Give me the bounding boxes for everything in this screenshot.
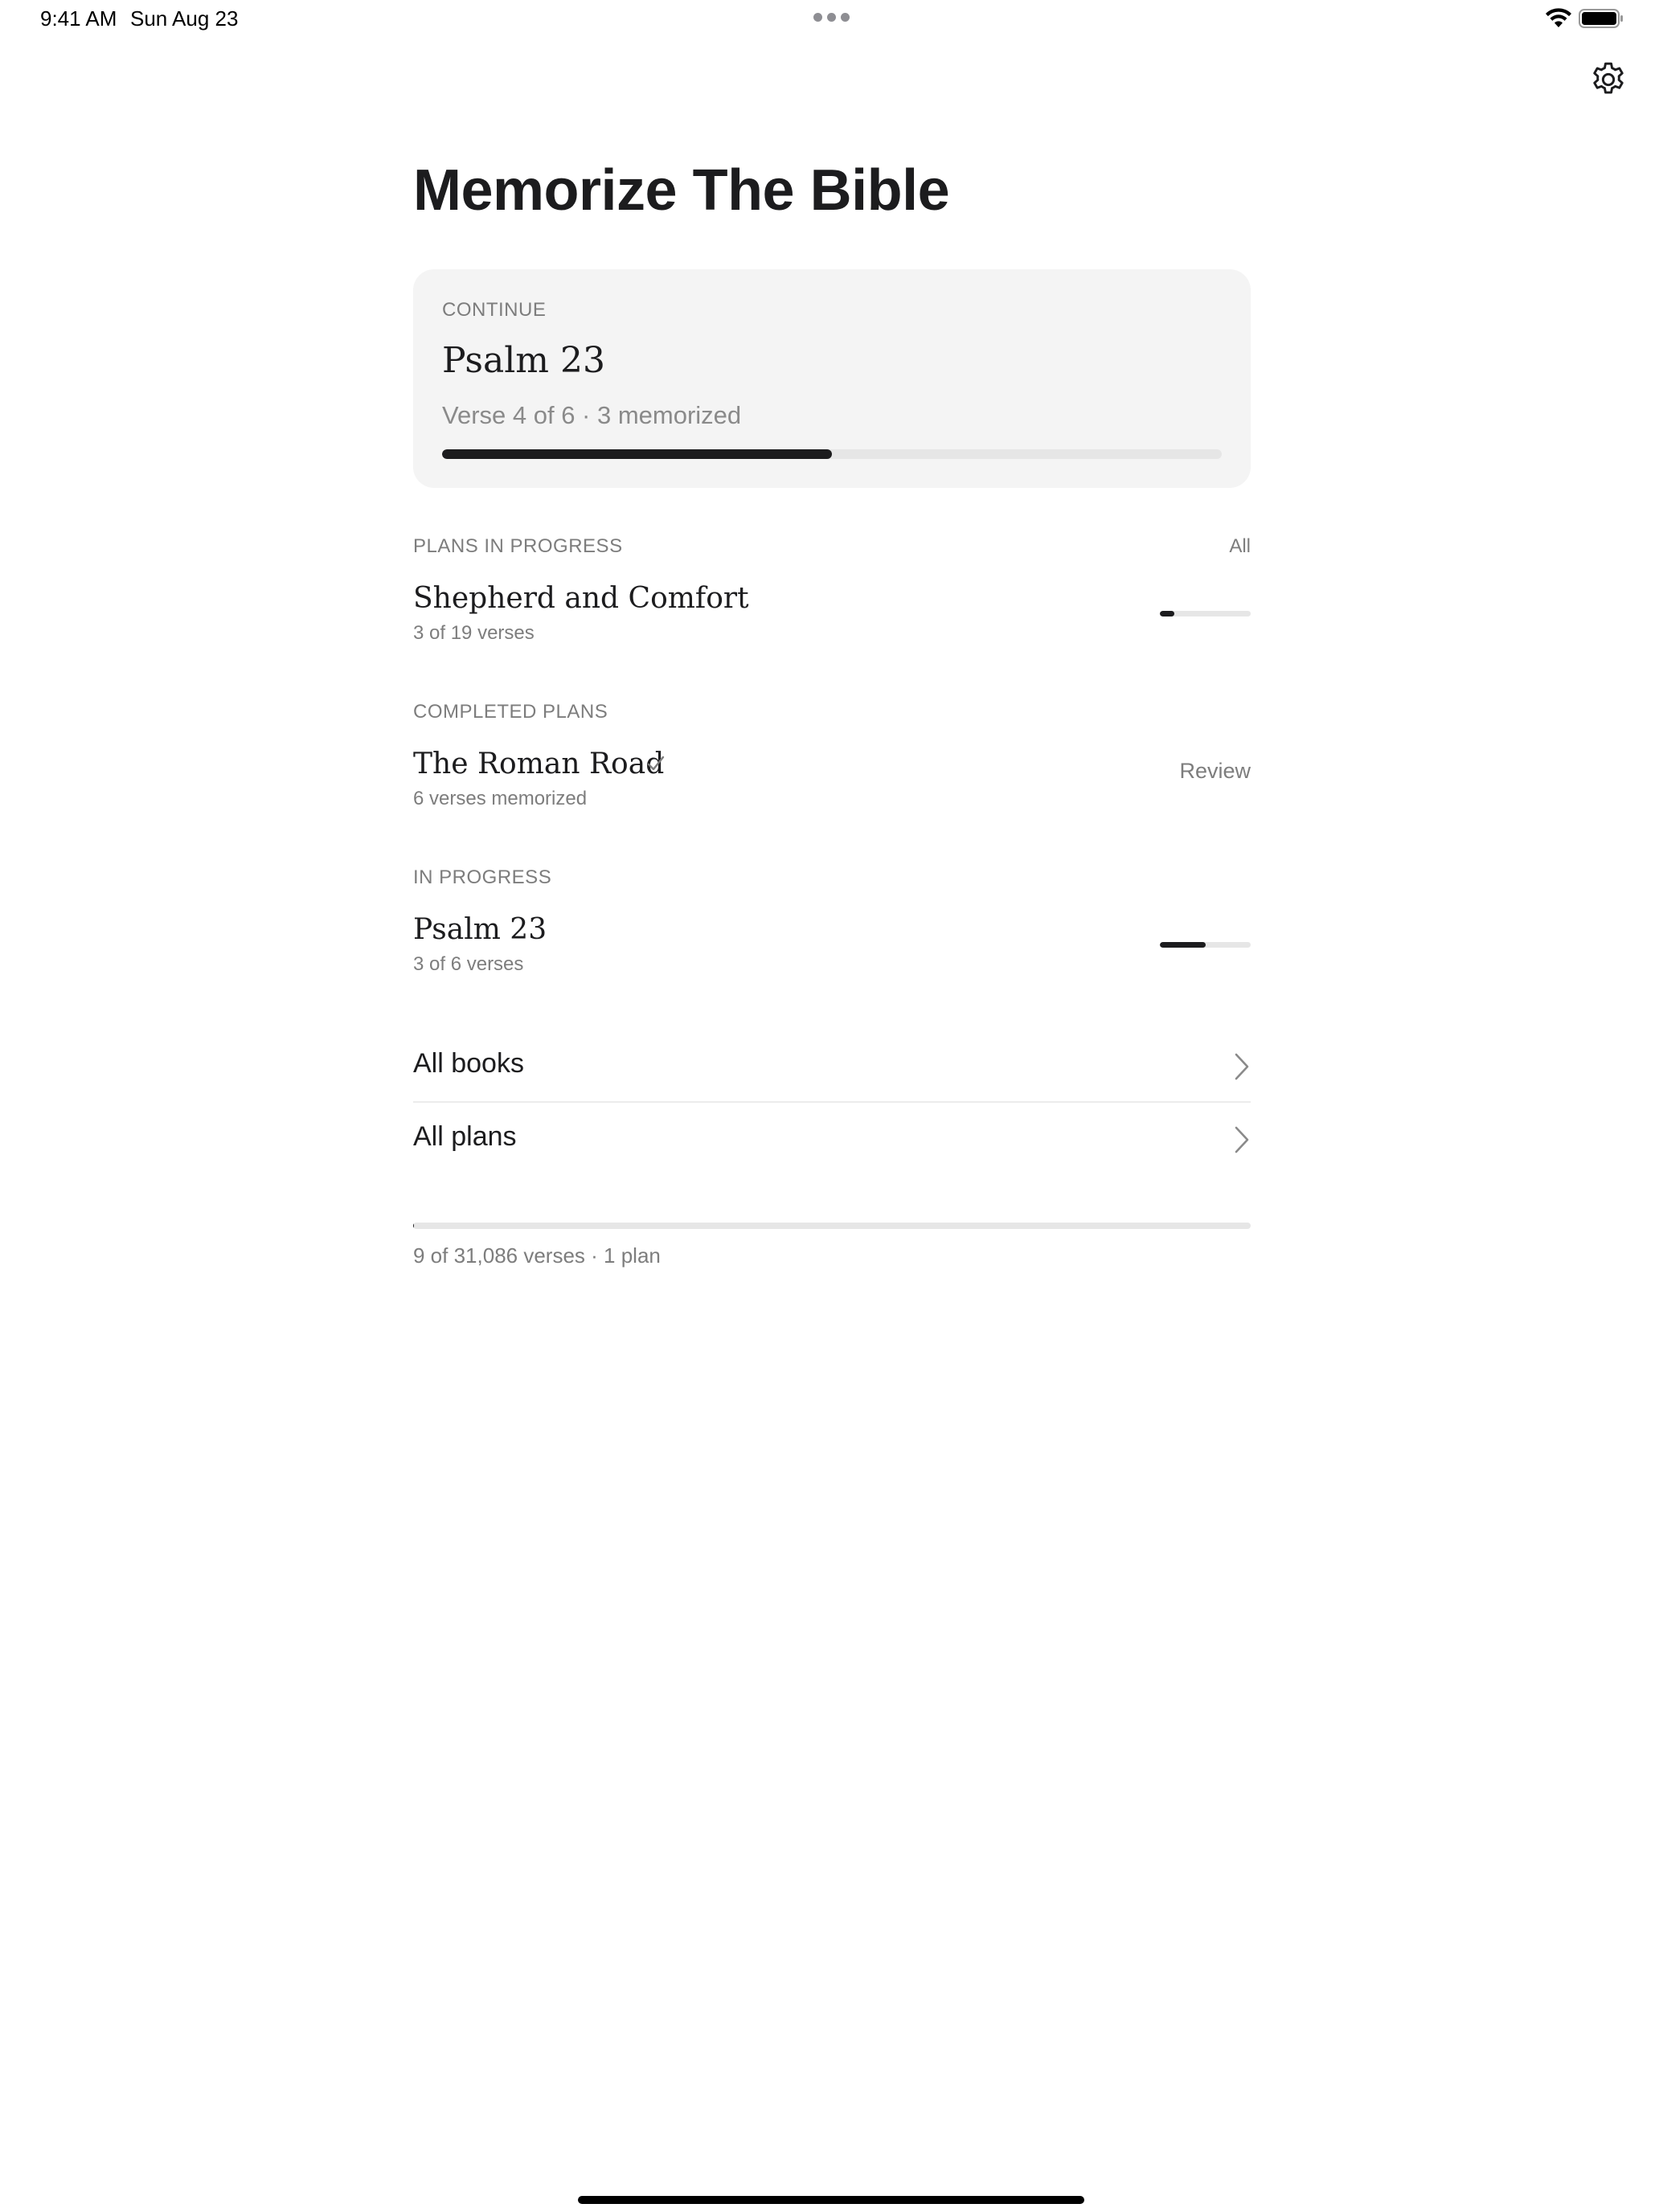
plan-title: Shepherd and Comfort <box>413 582 749 615</box>
overall-progress-bar <box>413 1223 1251 1229</box>
status-date: Sun Aug 23 <box>130 6 239 31</box>
multitasking-dots-icon[interactable] <box>813 13 850 22</box>
home-indicator[interactable] <box>578 2196 1084 2204</box>
plan-row-the-roman-road[interactable]: The Roman Road 6 verses memorized Review <box>413 748 1251 820</box>
plan-progress-fill <box>1160 611 1174 616</box>
wifi-icon <box>1546 8 1571 27</box>
status-bar: 9:41 AM Sun Aug 23 <box>0 0 1659 39</box>
gear-icon <box>1593 62 1624 94</box>
all-plans-row[interactable]: All plans <box>413 1104 1251 1176</box>
plan-title: The Roman Road <box>413 748 665 780</box>
review-button[interactable]: Review <box>1179 759 1251 784</box>
row-divider <box>413 1101 1251 1103</box>
overall-summary: 9 of 31,086 verses · 1 plan <box>413 1243 661 1268</box>
in-progress-header: IN PROGRESS <box>413 866 552 888</box>
battery-icon <box>1579 9 1623 28</box>
all-plans-label: All plans <box>413 1121 517 1152</box>
checkmark-icon <box>647 756 665 771</box>
plan-title: Psalm 23 <box>413 913 547 946</box>
plan-progress-fill <box>1160 942 1206 948</box>
app-screen: 9:41 AM Sun Aug 23 Memorize The Bible CO… <box>0 0 1659 2212</box>
chevron-right-icon <box>1235 1126 1249 1153</box>
plan-row-shepherd-and-comfort[interactable]: Shepherd and Comfort 3 of 19 verses <box>413 582 1251 654</box>
plan-subtitle: 3 of 19 verses <box>413 622 535 644</box>
settings-button[interactable] <box>1588 59 1628 100</box>
completed-plans-header: COMPLETED PLANS <box>413 701 608 723</box>
continue-progress-fill <box>442 449 832 459</box>
plan-progress-bar <box>1160 942 1251 948</box>
continue-title: Psalm 23 <box>442 340 606 381</box>
all-books-row[interactable]: All books <box>413 1030 1251 1103</box>
all-plans-in-progress-link[interactable]: All <box>1229 535 1251 558</box>
continue-eyebrow: CONTINUE <box>442 299 547 321</box>
continue-progress-bar <box>442 449 1222 459</box>
all-books-label: All books <box>413 1048 524 1079</box>
continue-card[interactable]: CONTINUE Psalm 23 Verse 4 of 6 · 3 memor… <box>413 269 1251 488</box>
continue-subtitle: Verse 4 of 6 · 3 memorized <box>442 401 742 429</box>
status-time: 9:41 AM <box>40 6 117 31</box>
plan-subtitle: 6 verses memorized <box>413 788 588 809</box>
plan-row-psalm-23[interactable]: Psalm 23 3 of 6 verses <box>413 913 1251 985</box>
plan-subtitle: 3 of 6 verses <box>413 953 524 975</box>
plans-in-progress-header: PLANS IN PROGRESS <box>413 535 623 557</box>
chevron-right-icon <box>1235 1053 1249 1080</box>
plan-progress-bar <box>1160 611 1251 616</box>
page-title: Memorize The Bible <box>413 158 950 223</box>
